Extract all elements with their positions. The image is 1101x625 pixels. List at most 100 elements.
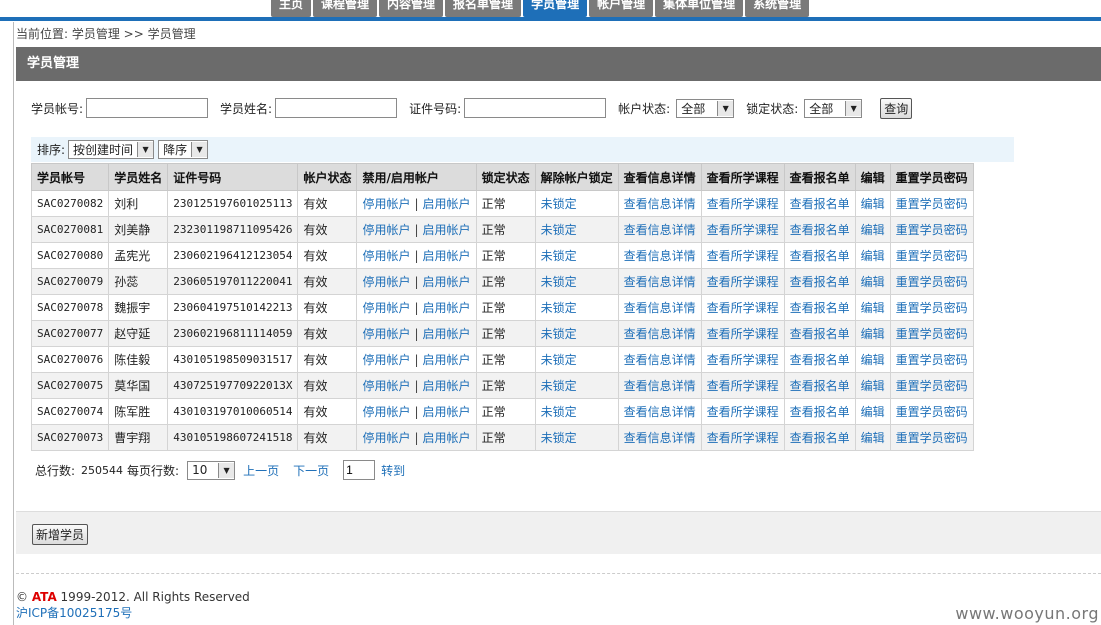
view-enrollments-link[interactable]: 查看报名单 xyxy=(790,249,850,263)
reset-password-link[interactable]: 重置学员密码 xyxy=(896,275,968,289)
view-enrollments-link[interactable]: 查看报名单 xyxy=(790,301,850,315)
view-enrollments-link[interactable]: 查看报名单 xyxy=(790,275,850,289)
enable-account-link[interactable]: 启用帐户 xyxy=(423,301,471,315)
view-enrollments-link[interactable]: 查看报名单 xyxy=(790,327,850,341)
enable-account-link[interactable]: 启用帐户 xyxy=(423,327,471,341)
edit-link[interactable]: 编辑 xyxy=(861,223,885,237)
view-enrollments-link[interactable]: 查看报名单 xyxy=(790,405,850,419)
view-detail-link[interactable]: 查看信息详情 xyxy=(624,353,696,367)
reset-password-link[interactable]: 重置学员密码 xyxy=(896,405,968,419)
edit-link[interactable]: 编辑 xyxy=(861,301,885,315)
view-detail-link[interactable]: 查看信息详情 xyxy=(624,327,696,341)
enable-account-link[interactable]: 启用帐户 xyxy=(423,431,471,445)
icp-link[interactable]: 沪ICP备10025175号 xyxy=(16,606,132,620)
view-detail-link[interactable]: 查看信息详情 xyxy=(624,197,696,211)
view-courses-link[interactable]: 查看所学课程 xyxy=(707,379,779,393)
view-courses-link[interactable]: 查看所学课程 xyxy=(707,301,779,315)
view-courses-link[interactable]: 查看所学课程 xyxy=(707,223,779,237)
sort-field-select[interactable]: 按创建时间 ▼ xyxy=(68,140,155,159)
edit-link[interactable]: 编辑 xyxy=(861,431,885,445)
reset-password-link[interactable]: 重置学员密码 xyxy=(896,249,968,263)
disable-account-link[interactable]: 停用帐户 xyxy=(362,275,410,289)
nav-tab-5[interactable]: 帐户管理 xyxy=(589,0,654,17)
disable-account-link[interactable]: 停用帐户 xyxy=(362,379,410,393)
unlock-link[interactable]: 未锁定 xyxy=(541,431,577,445)
next-page-link[interactable]: 下一页 xyxy=(293,462,329,479)
name-input[interactable] xyxy=(275,98,398,118)
nav-tab-0[interactable]: 主页 xyxy=(271,0,312,17)
id-number-input[interactable] xyxy=(464,98,607,118)
nav-tab-2[interactable]: 内容管理 xyxy=(379,0,444,17)
reset-password-link[interactable]: 重置学员密码 xyxy=(896,223,968,237)
nav-tab-1[interactable]: 课程管理 xyxy=(313,0,378,17)
disable-account-link[interactable]: 停用帐户 xyxy=(362,249,410,263)
reset-password-link[interactable]: 重置学员密码 xyxy=(896,301,968,315)
view-detail-link[interactable]: 查看信息详情 xyxy=(624,301,696,315)
enable-account-link[interactable]: 启用帐户 xyxy=(423,379,471,393)
disable-account-link[interactable]: 停用帐户 xyxy=(362,301,410,315)
unlock-link[interactable]: 未锁定 xyxy=(541,275,577,289)
disable-account-link[interactable]: 停用帐户 xyxy=(362,405,410,419)
nav-tab-4[interactable]: 学员管理 xyxy=(523,0,588,17)
view-courses-link[interactable]: 查看所学课程 xyxy=(707,405,779,419)
sort-order-select[interactable]: 降序 ▼ xyxy=(158,140,209,159)
view-enrollments-link[interactable]: 查看报名单 xyxy=(790,197,850,211)
add-student-button[interactable]: 新增学员 xyxy=(32,524,89,545)
goto-link[interactable]: 转到 xyxy=(381,462,405,479)
edit-link[interactable]: 编辑 xyxy=(861,353,885,367)
enable-account-link[interactable]: 启用帐户 xyxy=(423,223,471,237)
view-detail-link[interactable]: 查看信息详情 xyxy=(624,249,696,263)
view-detail-link[interactable]: 查看信息详情 xyxy=(624,379,696,393)
lock-select[interactable]: 全部 ▼ xyxy=(804,98,863,118)
query-button[interactable]: 查询 xyxy=(880,97,913,119)
unlock-link[interactable]: 未锁定 xyxy=(541,301,577,315)
view-detail-link[interactable]: 查看信息详情 xyxy=(624,223,696,237)
unlock-link[interactable]: 未锁定 xyxy=(541,379,577,393)
reset-password-link[interactable]: 重置学员密码 xyxy=(896,379,968,393)
view-enrollments-link[interactable]: 查看报名单 xyxy=(790,431,850,445)
edit-link[interactable]: 编辑 xyxy=(861,379,885,393)
view-enrollments-link[interactable]: 查看报名单 xyxy=(790,353,850,367)
edit-link[interactable]: 编辑 xyxy=(861,327,885,341)
page-number-input[interactable] xyxy=(343,460,376,480)
nav-tab-3[interactable]: 报名单管理 xyxy=(445,0,522,17)
disable-account-link[interactable]: 停用帐户 xyxy=(362,197,410,211)
reset-password-link[interactable]: 重置学员密码 xyxy=(896,327,968,341)
view-courses-link[interactable]: 查看所学课程 xyxy=(707,249,779,263)
edit-link[interactable]: 编辑 xyxy=(861,275,885,289)
nav-tab-7[interactable]: 系统管理 xyxy=(745,0,810,17)
view-courses-link[interactable]: 查看所学课程 xyxy=(707,197,779,211)
enable-account-link[interactable]: 启用帐户 xyxy=(423,405,471,419)
disable-account-link[interactable]: 停用帐户 xyxy=(362,327,410,341)
enable-account-link[interactable]: 启用帐户 xyxy=(423,197,471,211)
unlock-link[interactable]: 未锁定 xyxy=(541,405,577,419)
view-courses-link[interactable]: 查看所学课程 xyxy=(707,353,779,367)
disable-account-link[interactable]: 停用帐户 xyxy=(362,353,410,367)
edit-link[interactable]: 编辑 xyxy=(861,197,885,211)
prev-page-link[interactable]: 上一页 xyxy=(243,462,279,479)
reset-password-link[interactable]: 重置学员密码 xyxy=(896,197,968,211)
unlock-link[interactable]: 未锁定 xyxy=(541,223,577,237)
disable-account-link[interactable]: 停用帐户 xyxy=(362,431,410,445)
view-courses-link[interactable]: 查看所学课程 xyxy=(707,275,779,289)
reset-password-link[interactable]: 重置学员密码 xyxy=(896,353,968,367)
view-detail-link[interactable]: 查看信息详情 xyxy=(624,275,696,289)
unlock-link[interactable]: 未锁定 xyxy=(541,249,577,263)
view-detail-link[interactable]: 查看信息详情 xyxy=(624,405,696,419)
view-courses-link[interactable]: 查看所学课程 xyxy=(707,431,779,445)
unlock-link[interactable]: 未锁定 xyxy=(541,197,577,211)
view-courses-link[interactable]: 查看所学课程 xyxy=(707,327,779,341)
view-detail-link[interactable]: 查看信息详情 xyxy=(624,431,696,445)
status-select[interactable]: 全部 ▼ xyxy=(676,98,735,118)
reset-password-link[interactable]: 重置学员密码 xyxy=(896,431,968,445)
enable-account-link[interactable]: 启用帐户 xyxy=(423,275,471,289)
disable-account-link[interactable]: 停用帐户 xyxy=(362,223,410,237)
view-enrollments-link[interactable]: 查看报名单 xyxy=(790,223,850,237)
unlock-link[interactable]: 未锁定 xyxy=(541,327,577,341)
enable-account-link[interactable]: 启用帐户 xyxy=(423,249,471,263)
edit-link[interactable]: 编辑 xyxy=(861,249,885,263)
unlock-link[interactable]: 未锁定 xyxy=(541,353,577,367)
enable-account-link[interactable]: 启用帐户 xyxy=(423,353,471,367)
nav-tab-6[interactable]: 集体单位管理 xyxy=(655,0,744,17)
per-page-select[interactable]: 10 ▼ xyxy=(187,460,236,480)
